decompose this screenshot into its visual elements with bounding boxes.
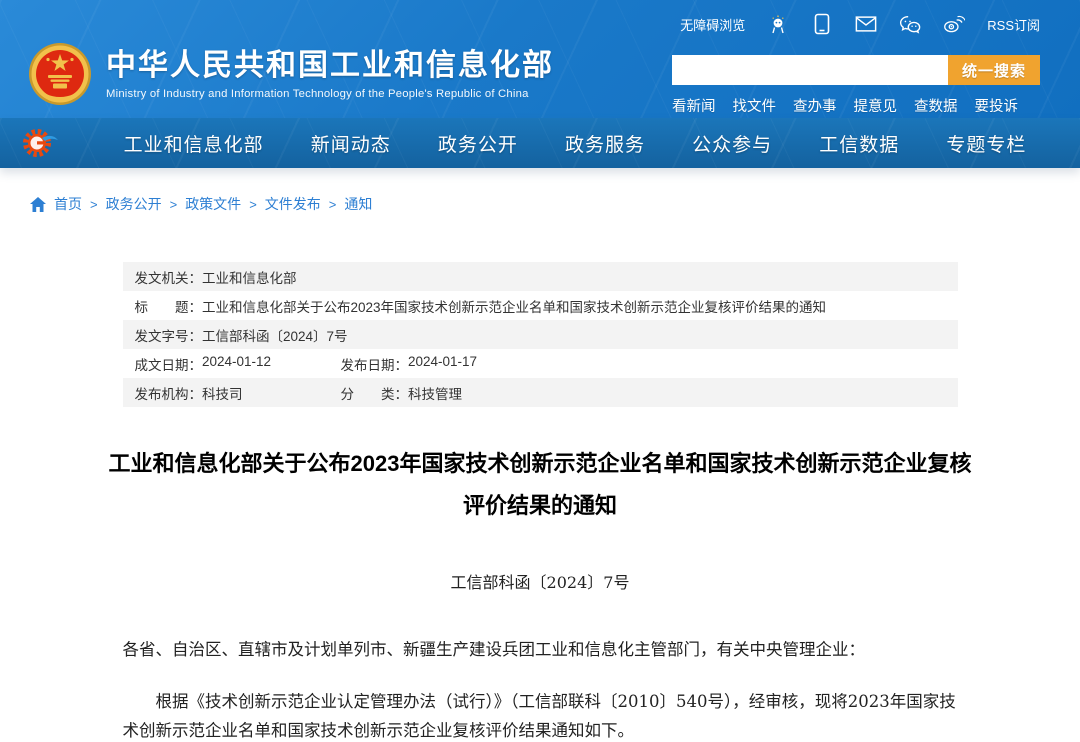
accessibility-link[interactable]: 无障碍浏览 bbox=[680, 15, 745, 34]
quick-link-files[interactable]: 找文件 bbox=[733, 95, 777, 116]
rss-link[interactable]: RSS订阅 bbox=[987, 15, 1040, 34]
nav-item-miit[interactable]: 工业和信息化部 bbox=[124, 130, 264, 157]
search-input[interactable] bbox=[672, 55, 948, 85]
meta-value: 工业和信息化部关于公布2023年国家技术创新示范企业名单和国家技术创新示范企业复… bbox=[202, 296, 826, 316]
document-meta-table: 发文机关： 工业和信息化部 标 题： 工业和信息化部关于公布2023年国家技术创… bbox=[123, 262, 958, 407]
mail-icon[interactable] bbox=[855, 14, 877, 34]
meta-row-dates: 成文日期： 2024-01-12 发布日期： 2024-01-17 bbox=[123, 349, 958, 378]
utility-bar: 无障碍浏览 bbox=[680, 14, 1040, 34]
site-subtitle: Ministry of Industry and Information Tec… bbox=[106, 88, 554, 100]
meta-label: 标 题： bbox=[135, 296, 203, 316]
breadcrumb: 首页 > 政务公开 > 政策文件 > 文件发布 > 通知 bbox=[30, 194, 1080, 214]
weibo-icon[interactable] bbox=[943, 14, 965, 34]
document-salutation: 各省、自治区、直辖市及计划单列市、新疆生产建设兵团工业和信息化主管部门，有关中央… bbox=[123, 635, 958, 664]
nav-item-public-participation[interactable]: 公众参与 bbox=[692, 130, 772, 157]
meta-value: 科技管理 bbox=[408, 383, 462, 403]
meta-value: 2024-01-17 bbox=[408, 354, 477, 374]
nav-item-gov-info[interactable]: 政务公开 bbox=[438, 130, 518, 157]
site-brand: 中华人民共和国工业和信息化部 Ministry of Industry and … bbox=[28, 42, 554, 106]
meta-label: 成文日期： bbox=[135, 354, 203, 374]
breadcrumb-separator: > bbox=[170, 197, 178, 212]
breadcrumb-policy-files[interactable]: 政策文件 bbox=[185, 194, 241, 214]
document-number: 工信部科函〔2024〕7号 bbox=[123, 569, 958, 593]
breadcrumb-notice[interactable]: 通知 bbox=[344, 194, 372, 214]
breadcrumb-file-release[interactable]: 文件发布 bbox=[265, 194, 321, 214]
meta-row-publisher-category: 发布机构： 科技司 分 类： 科技管理 bbox=[123, 378, 958, 407]
breadcrumb-separator: > bbox=[329, 197, 337, 212]
main-navbar: 工业和信息化部 新闻动态 政务公开 政务服务 公众参与 工信数据 专题专栏 bbox=[0, 118, 1080, 168]
meta-value: 2024-01-12 bbox=[202, 354, 271, 374]
quick-link-news[interactable]: 看新闻 bbox=[672, 95, 716, 116]
nav-item-gov-services[interactable]: 政务服务 bbox=[565, 130, 645, 157]
nav-item-news[interactable]: 新闻动态 bbox=[311, 130, 391, 157]
document-body: 各省、自治区、直辖市及计划单列市、新疆生产建设兵团工业和信息化主管部门，有关中央… bbox=[123, 635, 958, 742]
meta-value: 科技司 bbox=[202, 383, 243, 403]
nav-item-miit-data[interactable]: 工信数据 bbox=[819, 130, 899, 157]
meta-value: 工业和信息化部 bbox=[202, 267, 297, 287]
quick-link-services[interactable]: 查办事 bbox=[793, 95, 837, 116]
document-content: 发文机关： 工业和信息化部 标 题： 工业和信息化部关于公布2023年国家技术创… bbox=[123, 262, 958, 742]
meta-value: 工信部科函〔2024〕7号 bbox=[202, 325, 348, 345]
miit-gear-logo-icon bbox=[20, 125, 60, 161]
site-title: 中华人民共和国工业和信息化部 bbox=[106, 48, 554, 84]
mascot-icon[interactable] bbox=[767, 14, 789, 34]
quick-link-data[interactable]: 查数据 bbox=[914, 95, 958, 116]
quick-link-feedback[interactable]: 提意见 bbox=[854, 95, 898, 116]
breadcrumb-separator: > bbox=[249, 197, 257, 212]
breadcrumb-home[interactable]: 首页 bbox=[54, 194, 82, 214]
meta-row-issuing-authority: 发文机关： 工业和信息化部 bbox=[123, 262, 958, 291]
document-title: 工业和信息化部关于公布2023年国家技术创新示范企业名单和国家技术创新示范企业复… bbox=[109, 443, 972, 527]
nav-item-special-topics[interactable]: 专题专栏 bbox=[946, 130, 1026, 157]
meta-row-title: 标 题： 工业和信息化部关于公布2023年国家技术创新示范企业名单和国家技术创新… bbox=[123, 291, 958, 320]
document-paragraph: 根据《技术创新示范企业认定管理办法（试行）》（工信部联科〔2010〕540号），… bbox=[123, 687, 958, 742]
meta-row-document-number: 发文字号： 工信部科函〔2024〕7号 bbox=[123, 320, 958, 349]
nav-items: 工业和信息化部 新闻动态 政务公开 政务服务 公众参与 工信数据 专题专栏 bbox=[60, 130, 1080, 157]
wechat-icon[interactable] bbox=[899, 14, 921, 34]
breadcrumb-gov-info[interactable]: 政务公开 bbox=[106, 194, 162, 214]
home-icon[interactable] bbox=[30, 197, 46, 212]
site-header: 无障碍浏览 bbox=[0, 0, 1080, 118]
meta-label: 发文机关： bbox=[135, 267, 203, 287]
search-area: 统一搜索 看新闻 找文件 查办事 提意见 查数据 要投诉 bbox=[672, 55, 1040, 116]
meta-label: 分 类： bbox=[341, 383, 409, 403]
quick-links: 看新闻 找文件 查办事 提意见 查数据 要投诉 bbox=[672, 95, 1040, 116]
breadcrumb-separator: > bbox=[90, 197, 98, 212]
search-button[interactable]: 统一搜索 bbox=[948, 55, 1040, 85]
meta-label: 发布机构： bbox=[135, 383, 203, 403]
mobile-icon[interactable] bbox=[811, 14, 833, 34]
national-emblem-icon bbox=[28, 42, 92, 106]
meta-label: 发文字号： bbox=[135, 325, 203, 345]
quick-link-complaint[interactable]: 要投诉 bbox=[975, 95, 1019, 116]
meta-label: 发布日期： bbox=[341, 354, 409, 374]
